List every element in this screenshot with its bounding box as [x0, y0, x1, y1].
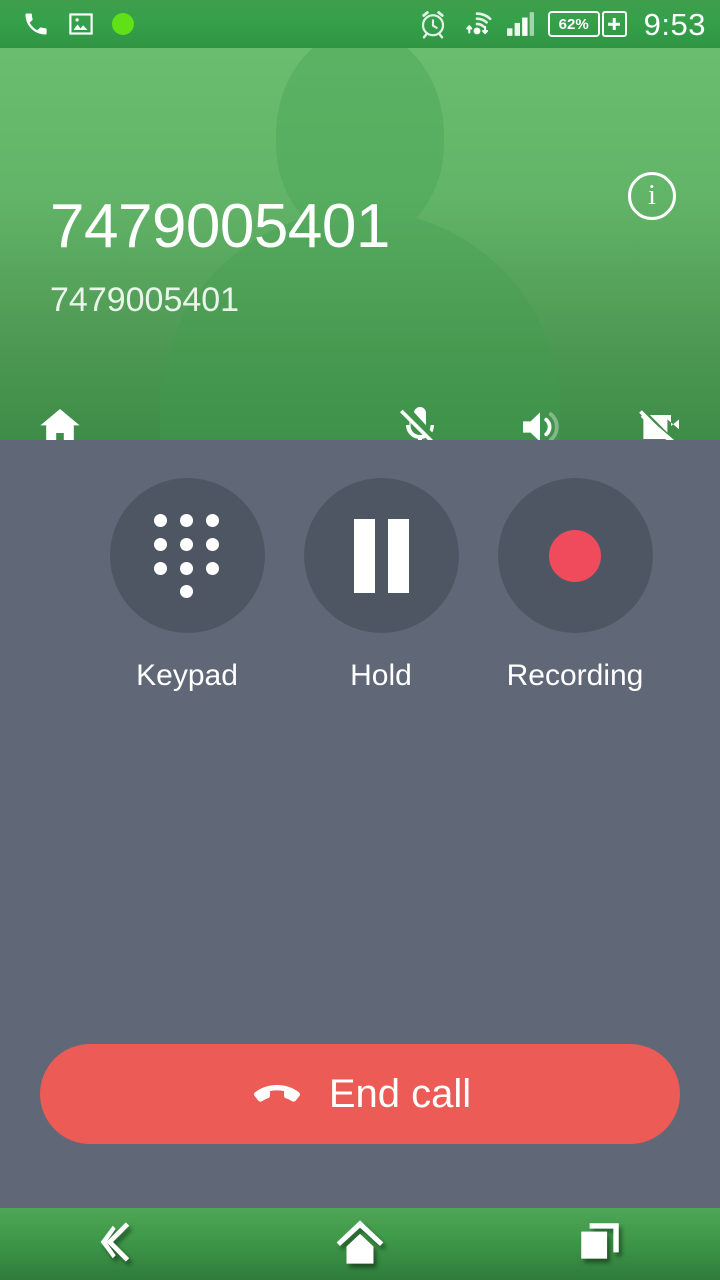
- controls-grid: Keypad Hold Recording: [0, 478, 720, 691]
- control-keypad: Keypad: [90, 478, 284, 691]
- dialpad-icon: [154, 513, 220, 598]
- green-dot-icon: [112, 13, 134, 35]
- home-icon[interactable]: [26, 393, 94, 440]
- status-bar-clock: 9:53: [643, 6, 706, 42]
- status-bar: 62% 9:53: [0, 0, 720, 48]
- back-chevron-icon: [93, 1215, 147, 1274]
- call-header: 7479005401 7479005401 i: [0, 48, 720, 440]
- keypad-label: Keypad: [136, 659, 238, 692]
- end-call-button[interactable]: End call: [40, 1044, 680, 1144]
- battery-group: 62%: [547, 11, 627, 37]
- mic-off-icon[interactable]: [386, 393, 454, 440]
- status-bar-right-icons: 62% 9:53: [418, 9, 706, 40]
- record-dot-icon: [549, 529, 601, 582]
- caller-name: 7479005401: [50, 192, 390, 261]
- caller-number: 7479005401: [50, 281, 240, 319]
- header-action-row: [0, 393, 720, 440]
- status-bar-left-icons: [22, 10, 134, 38]
- phone-call-screen: 62% 9:53 7479005401 7479005401 i Keypad …: [0, 0, 720, 1280]
- keypad-button[interactable]: [109, 478, 265, 633]
- info-icon[interactable]: i: [628, 172, 676, 220]
- nav-recents-button[interactable]: [480, 1208, 720, 1280]
- nav-back-button[interactable]: [0, 1208, 240, 1280]
- battery-percent: 62%: [558, 15, 589, 33]
- navigation-bar: [0, 1208, 720, 1280]
- signal-bars-icon: [506, 11, 534, 37]
- recents-squares-icon: [575, 1217, 625, 1272]
- hold-button[interactable]: [303, 478, 459, 633]
- control-recording: Recording: [478, 478, 672, 691]
- image-icon: [68, 11, 94, 37]
- speaker-icon[interactable]: [506, 393, 574, 440]
- wifi-transfer-icon: [462, 11, 492, 37]
- phone-icon: [22, 10, 50, 38]
- control-hold: Hold: [284, 478, 478, 691]
- hangup-phone-icon: [249, 1064, 305, 1125]
- recording-label: Recording: [506, 659, 644, 692]
- pause-icon: [353, 518, 409, 593]
- recording-button[interactable]: [497, 478, 653, 633]
- alarm-icon: [418, 9, 448, 39]
- plus-icon: [601, 11, 627, 37]
- hold-label: Hold: [350, 659, 412, 692]
- video-off-icon[interactable]: [626, 393, 694, 440]
- nav-home-button[interactable]: [240, 1208, 480, 1280]
- info-glyph: i: [648, 180, 656, 211]
- end-call-label: End call: [328, 1072, 472, 1116]
- home-outline-icon: [333, 1215, 387, 1274]
- battery-icon: 62%: [547, 11, 600, 37]
